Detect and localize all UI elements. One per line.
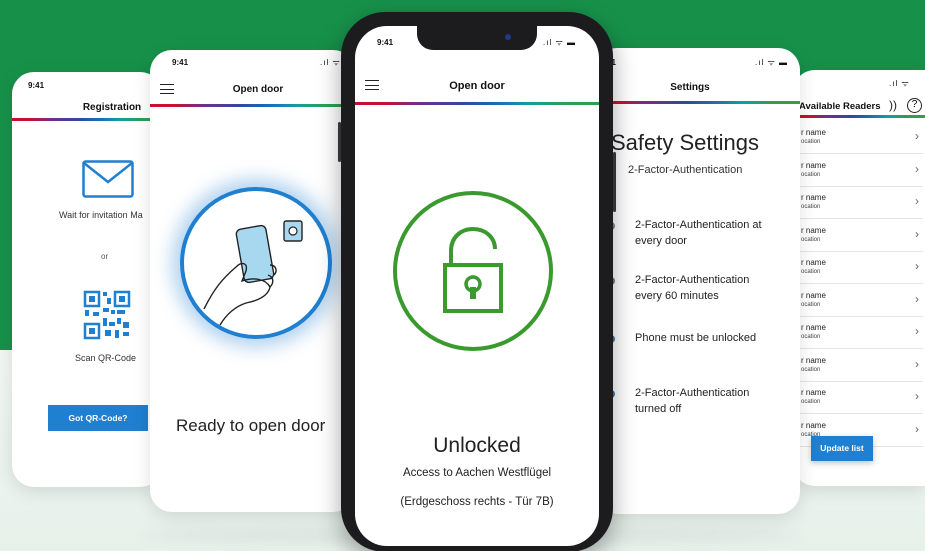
unlocked-status-text: Unlocked [433,434,521,457]
main-open-door-title: Open door [449,80,505,92]
scan-qr-text: Scan QR-Code [75,353,137,363]
reader-list-item[interactable]: r name ocation › [793,155,923,187]
or-text: or [101,252,109,261]
menu-icon[interactable] [160,84,174,94]
access-location-text: Access to Aachen Westflügel [402,467,552,479]
main-phone: 9:41 .ıl ᯤ ▬ Open door Unlocked Access t… [338,12,616,551]
chevron-right-icon: › [915,324,919,338]
open-door-ready-screen: 9:41 .ıl ᯤ Open door Ready to open door [150,50,355,512]
reader-name: r name [801,388,826,397]
header-color-rule [12,118,162,121]
header-color-rule [793,115,925,118]
reader-name: r name [801,323,826,332]
option-label-2: 2-Factor-Authentication every 60 minutes [635,274,750,302]
reader-list-item[interactable]: r name ocation › [793,122,923,154]
reader-location: ocation [801,139,821,145]
chevron-right-icon: › [915,226,919,241]
signal-icons: .ıl ᯤ [320,58,341,67]
open-door-unlocked-screen: 9:41 .ıl ᯤ ▬ Open door Unlocked Access t… [355,26,599,546]
chevron-right-icon: › [915,356,919,371]
reader-name: r name [801,420,826,430]
hand-phone-icon [203,220,303,326]
mail-icon [82,160,134,203]
help-icon[interactable]: ? [907,98,922,113]
reader-list-item[interactable]: r name ocation › [793,285,923,317]
wait-text: Wait for invitation Ma [59,210,143,220]
chevron-right-icon: › [915,421,919,436]
menu-icon[interactable] [365,80,379,90]
reader-location: ocation [801,301,821,308]
qr-code-icon [82,289,132,346]
reader-name: r name [801,355,826,365]
reader-list-item[interactable]: r name ocation › [793,382,923,414]
header-color-rule [150,104,355,107]
door-detail-text: (Erdgeschoss rechts - Tür 7B) [400,496,554,508]
side-button-right [613,152,616,212]
signal-icons: .ıl ᯤ ▬ [755,58,788,67]
reader-name: r name [801,160,826,170]
available-readers-screen: .ıl ᯤ Available Readers )) ? r name ocati… [793,70,925,486]
option-label-4: 2-Factor-Authentication turned off [635,387,750,415]
chevron-right-icon: › [915,259,919,273]
reader-list-item[interactable]: r name ocation › [793,350,923,382]
option-label-1: 2-Factor-Authentication at every door [635,219,762,247]
reader-list-item[interactable]: r name ocation › [793,252,923,284]
camera-dot [505,34,511,40]
reader-location: ocation [801,269,821,275]
reader-name: r name [801,193,826,202]
chevron-right-icon: › [915,389,919,403]
reader-location: ocation [801,366,821,373]
status-time: 9:41 [172,58,189,67]
phone-notch [417,26,537,50]
reader-list-item[interactable]: r name ocation › [793,317,923,349]
chevron-right-icon: › [915,291,919,306]
reader-name: r name [801,128,826,137]
header-color-rule [595,101,800,104]
available-readers-title: Available Readers [799,101,881,112]
settings-title: Settings [670,82,710,93]
reader-name: r name [801,225,826,235]
open-door-title: Open door [232,84,284,95]
side-button-left [338,122,341,162]
reader-list-item[interactable]: r name ocation › [793,220,923,252]
reader-location: ocation [801,236,821,243]
settings-screen: 41 .ıl ᯤ ▬ Settings Safety Settings 2-Fa… [595,48,800,514]
registration-screen: 9:41 Registration Wait for invitation Ma… [12,72,162,487]
reader-location: ocation [801,334,821,340]
reader-name: r name [801,258,826,267]
chevron-right-icon: › [915,129,919,143]
nfc-icon[interactable]: )) [889,98,897,112]
registration-title: Registration [82,102,142,113]
phone-tap-circle[interactable] [180,187,332,339]
option-label-3: Phone must be unlocked [635,332,757,344]
signal-icons: .ıl ᯤ [889,79,910,88]
header-color-rule [355,102,599,105]
safety-settings-heading: Safety Settings [611,130,759,155]
reader-location: ocation [801,399,821,405]
ready-text: Ready to open door [176,416,326,435]
reader-location: ocation [801,204,821,210]
update-list-button[interactable]: Update list [811,436,873,461]
reader-name: r name [801,290,826,300]
reader-list-item[interactable]: r name ocation › [793,187,923,219]
got-qr-code-button[interactable]: Got QR-Code? [48,405,148,431]
status-time: 9:41 [377,38,394,47]
signal-icons: .ıl ᯤ ▬ [543,38,576,47]
safety-settings-subheading: 2-Factor-Authentication [628,164,743,176]
reader-location: ocation [801,171,821,178]
chevron-right-icon: › [915,161,919,176]
status-time: 9:41 [28,81,45,90]
chevron-right-icon: › [915,194,919,208]
unlock-circle[interactable] [393,191,553,351]
unlocked-padlock-icon [443,226,503,313]
